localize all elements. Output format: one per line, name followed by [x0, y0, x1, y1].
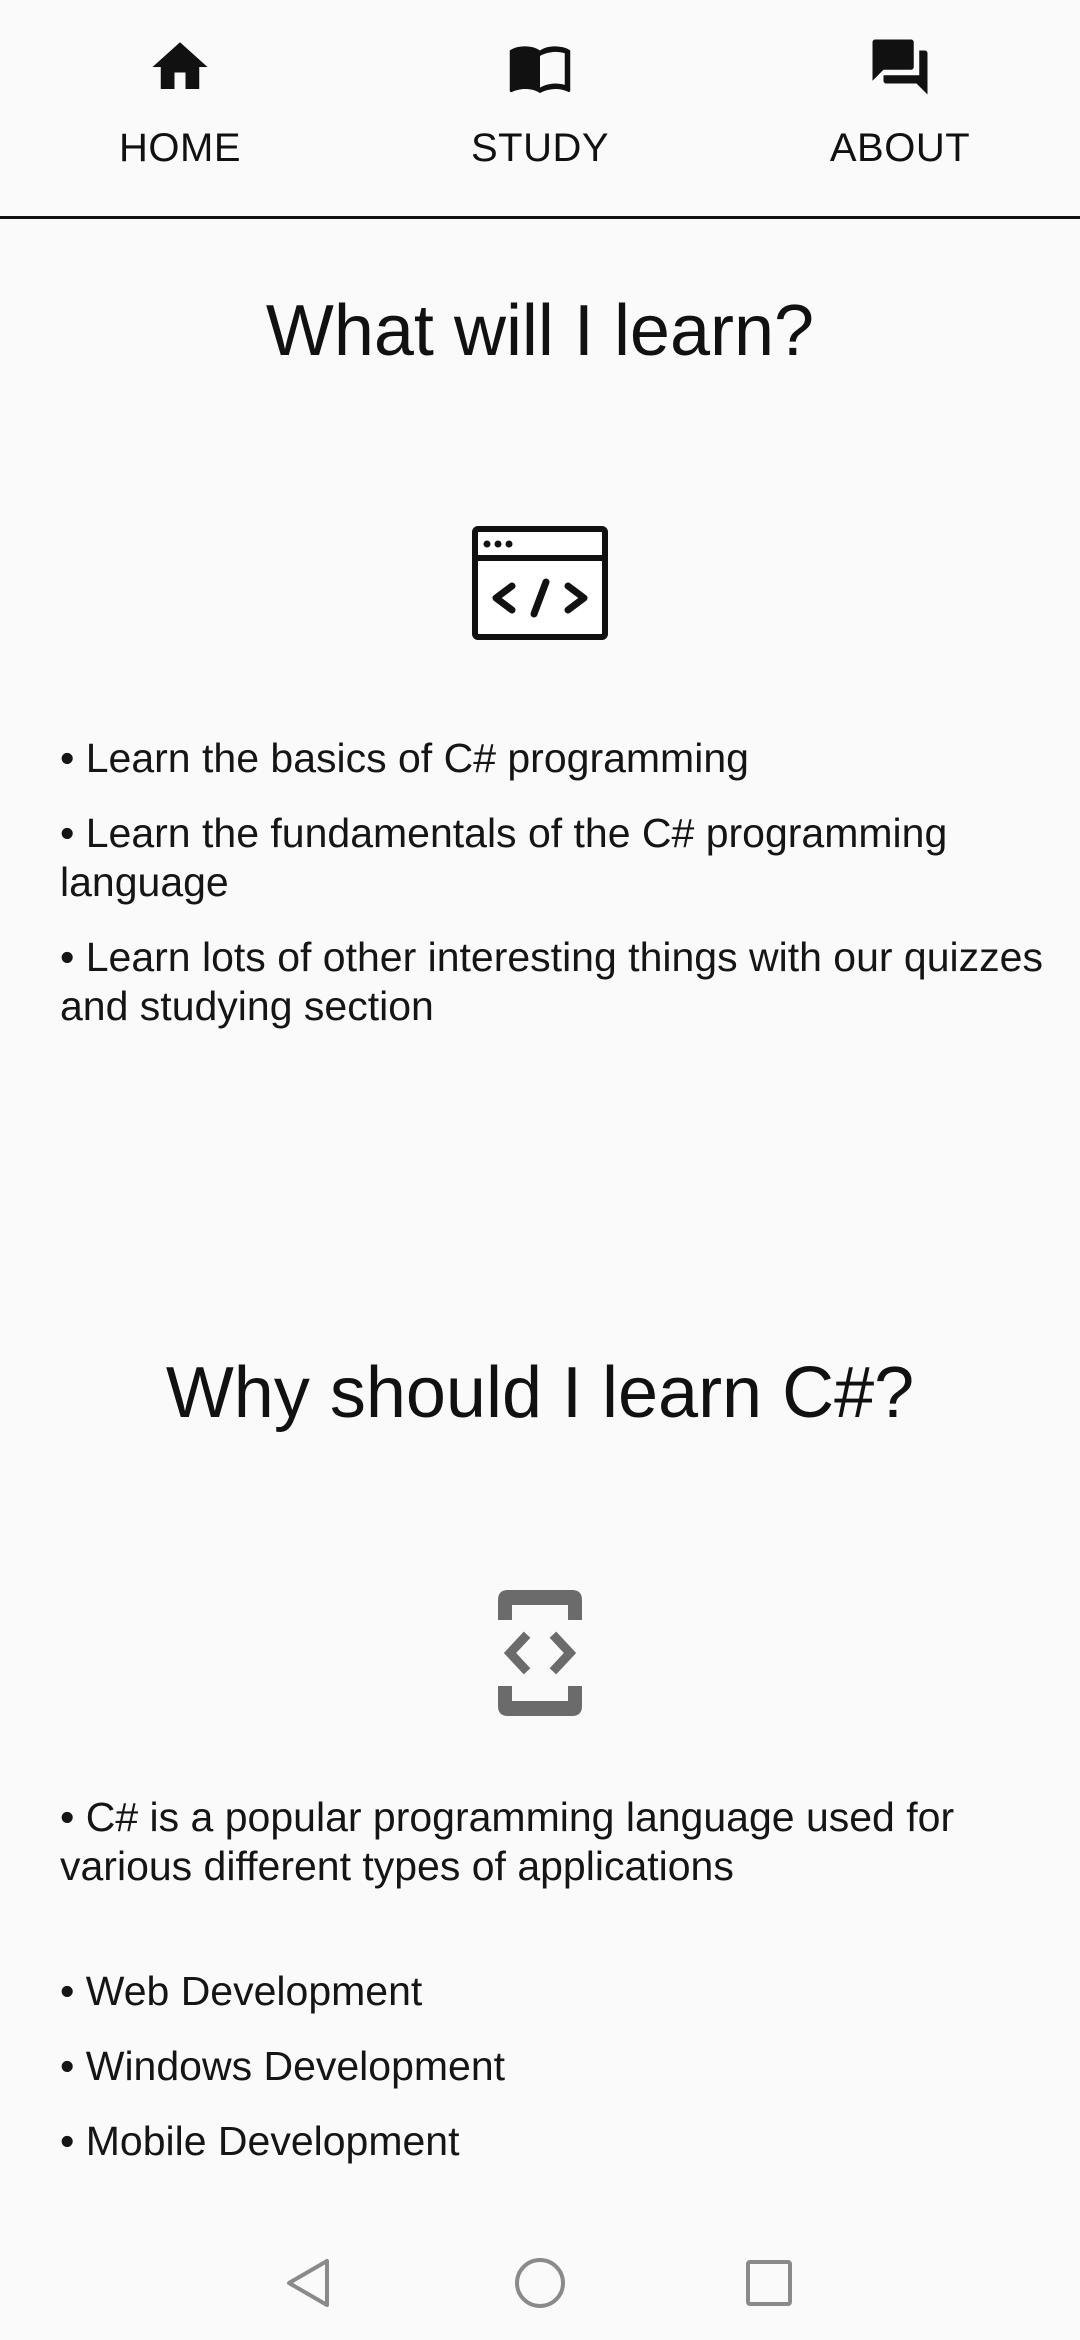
list-item: C# is a popular programming language use…: [60, 1793, 1070, 1891]
top-navigation: HOME STUDY ABOUT: [0, 0, 1080, 219]
tab-home[interactable]: HOME: [0, 0, 360, 216]
why-list: Web Development Windows Development Mobi…: [60, 1967, 1070, 2166]
tab-about-label: ABOUT: [829, 126, 971, 170]
tab-study-label: STUDY: [470, 126, 610, 170]
why-intro-list: C# is a popular programming language use…: [60, 1793, 1070, 1891]
list-item: Learn lots of other interesting things w…: [60, 933, 1070, 1031]
list-item: Learn the basics of C# programming: [60, 734, 1070, 783]
home-icon: [152, 42, 208, 89]
learn-list: Learn the basics of C# programming Learn…: [60, 734, 1070, 1031]
book-icon: [509, 46, 571, 94]
forum-icon: [872, 39, 928, 95]
recents-icon[interactable]: [734, 2248, 804, 2318]
code-window-icon: [472, 526, 608, 640]
list-item: Web Development: [60, 1967, 1070, 2016]
tab-home-label: HOME: [119, 126, 241, 170]
section-why-title: Why should I learn C#?: [165, 1353, 915, 1433]
tab-about[interactable]: ABOUT: [720, 0, 1080, 216]
home-circle-icon[interactable]: [505, 2248, 575, 2318]
list-item: Mobile Development: [60, 2117, 1070, 2166]
system-navigation-bar: [0, 2230, 1080, 2340]
section-what-title: What will I learn?: [265, 291, 815, 371]
back-icon[interactable]: [273, 2248, 343, 2318]
tab-study[interactable]: STUDY: [360, 0, 720, 216]
screen: HOME STUDY ABOUT What will I learn? Lear…: [0, 0, 1080, 2340]
developer-mode-icon: [498, 1590, 582, 1716]
list-item: Windows Development: [60, 2042, 1070, 2091]
list-item: Learn the fundamentals of the C# program…: [60, 809, 1070, 907]
